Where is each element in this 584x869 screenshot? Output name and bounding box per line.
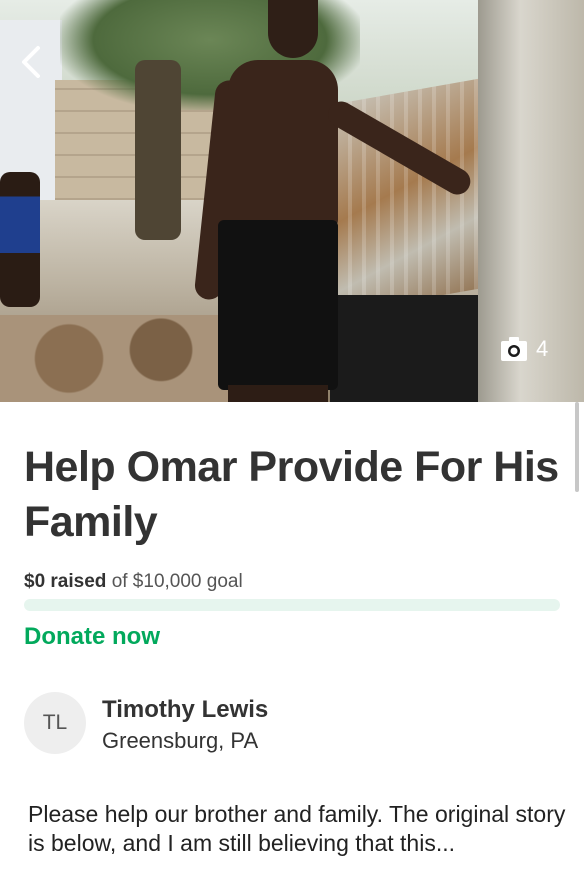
photo-gallery-button[interactable]: 4	[500, 334, 548, 364]
photo-child	[0, 172, 40, 307]
scrollbar[interactable]	[575, 402, 579, 492]
donate-button[interactable]: Donate now	[24, 623, 160, 651]
back-button[interactable]	[12, 42, 52, 82]
photo-count: 4	[536, 336, 549, 361]
raised-amount: $0 raised	[24, 571, 107, 592]
goal-text: of $10,000 goal	[111, 571, 243, 592]
campaign-hero-photo[interactable]: 4	[0, 0, 584, 402]
photo-person-torso	[228, 60, 338, 230]
chevron-left-icon	[22, 46, 40, 78]
organizer-location: Greensburg, PA	[102, 728, 259, 753]
photo-person-head	[268, 0, 318, 58]
photo-tree-trunk	[135, 60, 181, 240]
progress-bar	[24, 599, 560, 611]
camera-icon	[501, 337, 527, 361]
organizer-name: Timothy Lewis	[102, 696, 269, 723]
campaign-title: Help Omar Provide For His Family	[24, 443, 559, 546]
viewport-bottom-edge	[0, 862, 584, 869]
campaign-story: Please help our brother and family. The …	[28, 801, 566, 856]
photo-person-shorts	[218, 220, 338, 390]
photo-rubble	[0, 315, 230, 402]
organizer-card[interactable]: TL Timothy Lewis Greensburg, PA	[24, 692, 564, 756]
photo-person-legs	[228, 385, 328, 402]
raised-summary: $0 raised of $10,000 goal	[24, 571, 243, 593]
avatar: TL	[24, 692, 86, 754]
